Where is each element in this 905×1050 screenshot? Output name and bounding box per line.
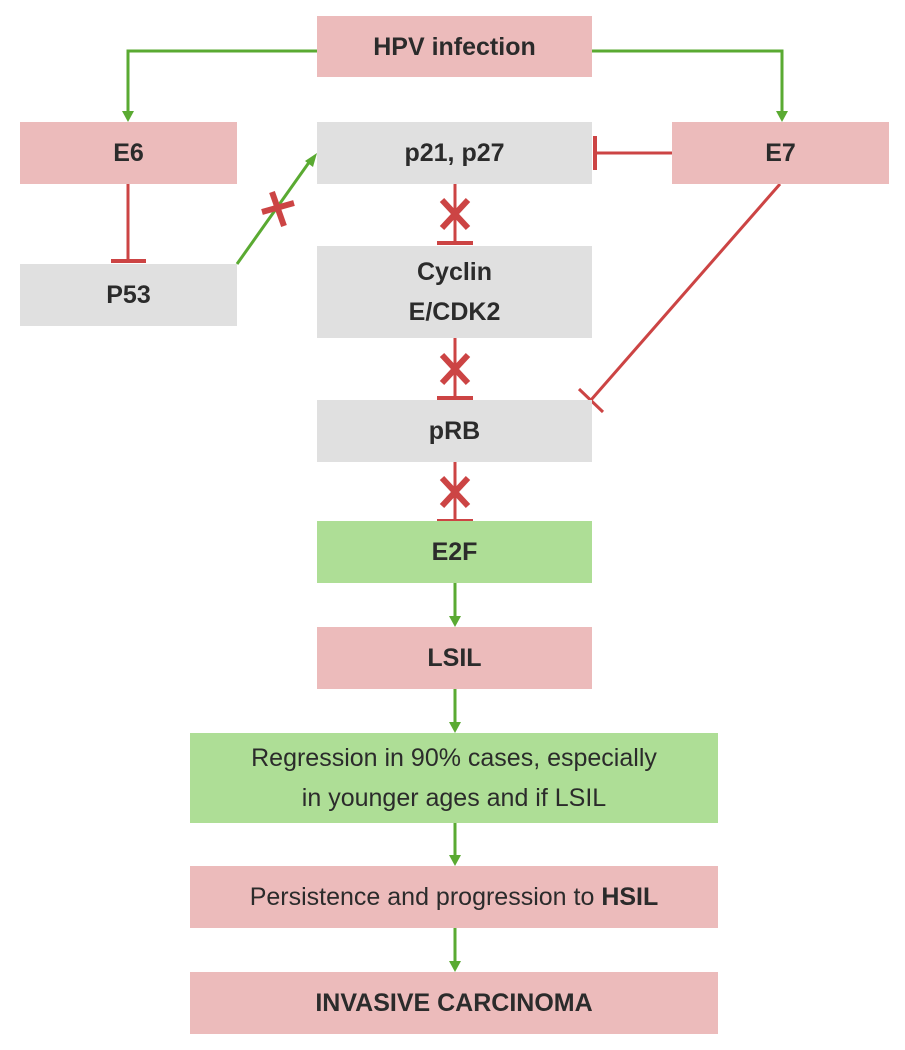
arrowhead-e7 <box>776 111 788 122</box>
arrow-hpv-to-e6 <box>126 49 317 112</box>
arrowhead-invasive <box>449 961 461 972</box>
node-lsil: LSIL <box>317 627 592 689</box>
inhibit-e7-to-prb <box>589 183 782 401</box>
node-prb: pRB <box>317 400 592 462</box>
persistence-text: Persistence and progression to <box>249 883 602 911</box>
arrowhead-regression <box>449 722 461 733</box>
cyclin-line-2: E/CDK2 <box>408 298 501 326</box>
node-e6: E6 <box>20 122 237 184</box>
arrowhead-lsil <box>449 616 461 627</box>
arrowhead-persistence <box>449 855 461 866</box>
node-hpv-infection: HPV infection <box>317 16 592 77</box>
regression-line-2: in younger ages and if LSIL <box>301 784 607 812</box>
arrow-hpv-to-e7 <box>592 49 784 112</box>
node-p21-p27: p21, p27 <box>317 122 592 184</box>
node-cyclin-e-cdk2: Cyclin E/CDK2 <box>317 246 592 338</box>
regression-line-1: Regression in 90% cases, especially <box>251 744 657 772</box>
node-invasive-carcinoma: INVASIVE CARCINOMA <box>190 972 718 1034</box>
hsil-label: HSIL <box>601 883 659 911</box>
node-persistence-hsil: Persistence and progression to HSIL <box>190 866 718 928</box>
arrow-p53-to-p21 <box>235 160 312 265</box>
node-regression: Regression in 90% cases, especially in y… <box>190 733 718 823</box>
node-e7: E7 <box>672 122 889 184</box>
arrowhead-e6 <box>122 111 134 122</box>
node-p53: P53 <box>20 264 237 326</box>
node-e2f: E2F <box>317 521 592 583</box>
cyclin-line-1: Cyclin <box>416 258 493 286</box>
